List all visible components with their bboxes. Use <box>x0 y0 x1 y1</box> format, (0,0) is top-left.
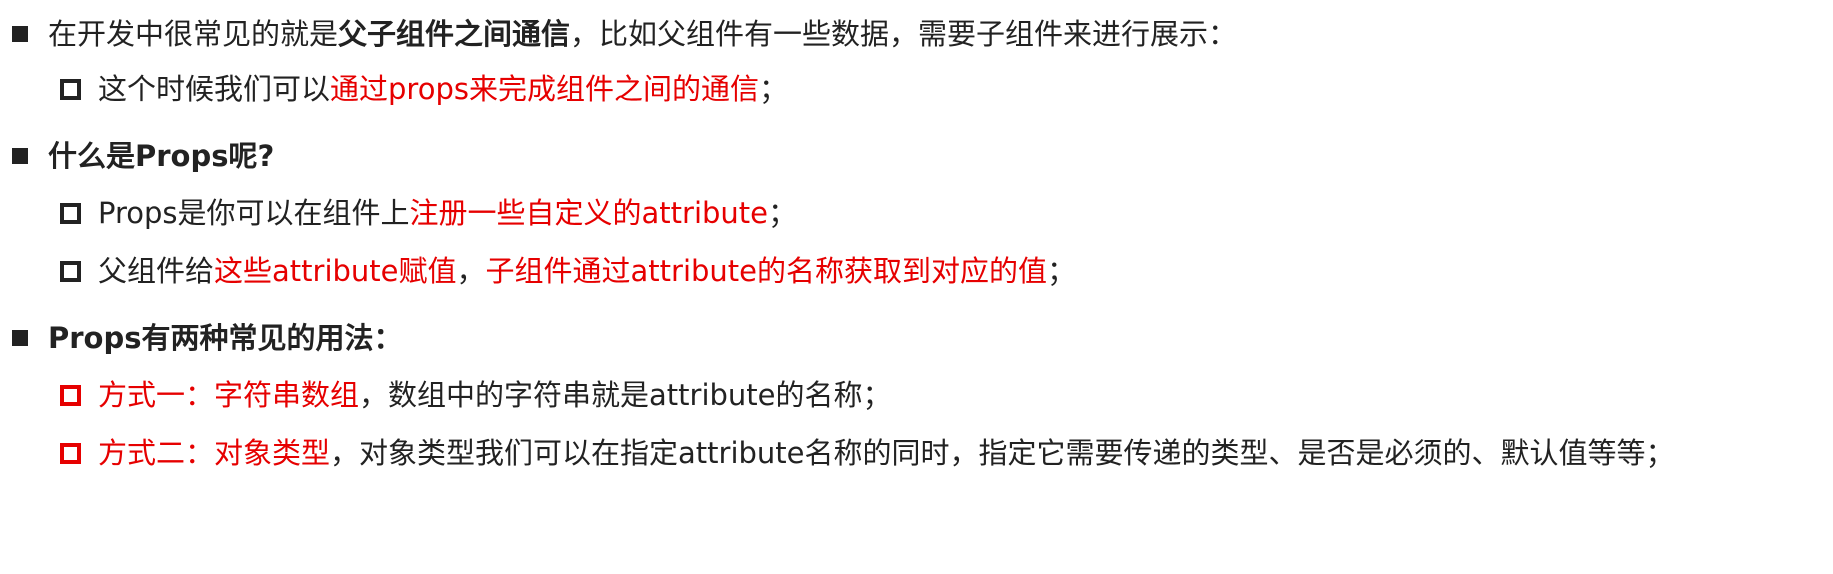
text-segment-highlight: 这些attribute赋值 <box>214 254 457 288</box>
sub-bullet-line-1: 这个时候我们可以 通过props来完成组件之间的通信 ； <box>60 69 788 109</box>
hollow-square-bullet-icon <box>60 260 81 282</box>
text-segment-highlight: 方式一：字符串数组 <box>98 378 360 412</box>
hollow-square-bullet-icon <box>60 78 81 100</box>
hollow-square-bullet-icon <box>60 384 81 406</box>
text-segment: ； <box>768 196 798 230</box>
text-segment: ， <box>456 254 486 288</box>
filled-square-bullet-icon <box>12 330 28 346</box>
filled-square-bullet-icon <box>12 26 28 42</box>
filled-square-bullet-icon <box>12 148 28 164</box>
text-segment-highlight: 方式二：对象类型 <box>98 436 331 470</box>
text-segment: Props是你可以在组件上 <box>98 196 410 230</box>
text-segment: ； <box>758 72 788 106</box>
hollow-square-bullet-icon <box>60 202 81 224</box>
text-segment: 父组件给 <box>98 254 215 288</box>
bullet-line-1: 在开发中很常见的就是 父子组件之间通信 ，比如父组件有一些数据，需要子组件来进行… <box>12 14 1237 54</box>
text-segment: ，比如父组件有一些数据，需要子组件来进行展示： <box>570 17 1238 51</box>
bullet-line-2: 什么是Props呢? <box>12 136 274 176</box>
text-segment-highlight: 通过props来完成组件之间的通信 <box>330 72 759 106</box>
bullet-line-3: Props有两种常见的用法： <box>12 318 403 358</box>
section-heading: Props有两种常见的用法： <box>48 321 403 355</box>
sub-bullet-line-2: Props是你可以在组件上 注册一些自定义的attribute ； <box>60 193 797 233</box>
sub-bullet-line-5: 方式二：对象类型 ，对象类型我们可以在指定attribute名称的同时，指定它需… <box>60 433 1675 473</box>
sub-bullet-line-3: 父组件给 这些attribute赋值 ， 子组件通过attribute的名称获取… <box>60 251 1076 291</box>
text-segment: ； <box>1047 254 1077 288</box>
slide-body: 在开发中很常见的就是 父子组件之间通信 ，比如父组件有一些数据，需要子组件来进行… <box>0 0 1833 574</box>
text-segment: 这个时候我们可以 <box>98 72 331 106</box>
text-segment: ，对象类型我们可以在指定attribute名称的同时，指定它需要传递的类型、是否… <box>330 436 1675 470</box>
text-segment: 在开发中很常见的就是 <box>48 17 339 51</box>
text-segment: ，数组中的字符串就是attribute的名称； <box>359 378 892 412</box>
sub-bullet-line-4: 方式一：字符串数组 ，数组中的字符串就是attribute的名称； <box>60 375 892 415</box>
text-segment-bold: 父子组件之间通信 <box>338 17 571 51</box>
hollow-square-bullet-icon <box>60 442 81 464</box>
text-segment-highlight: 注册一些自定义的attribute <box>409 196 769 230</box>
text-segment-highlight: 子组件通过attribute的名称获取到对应的值 <box>485 254 1048 288</box>
section-heading: 什么是Props呢? <box>48 139 275 173</box>
